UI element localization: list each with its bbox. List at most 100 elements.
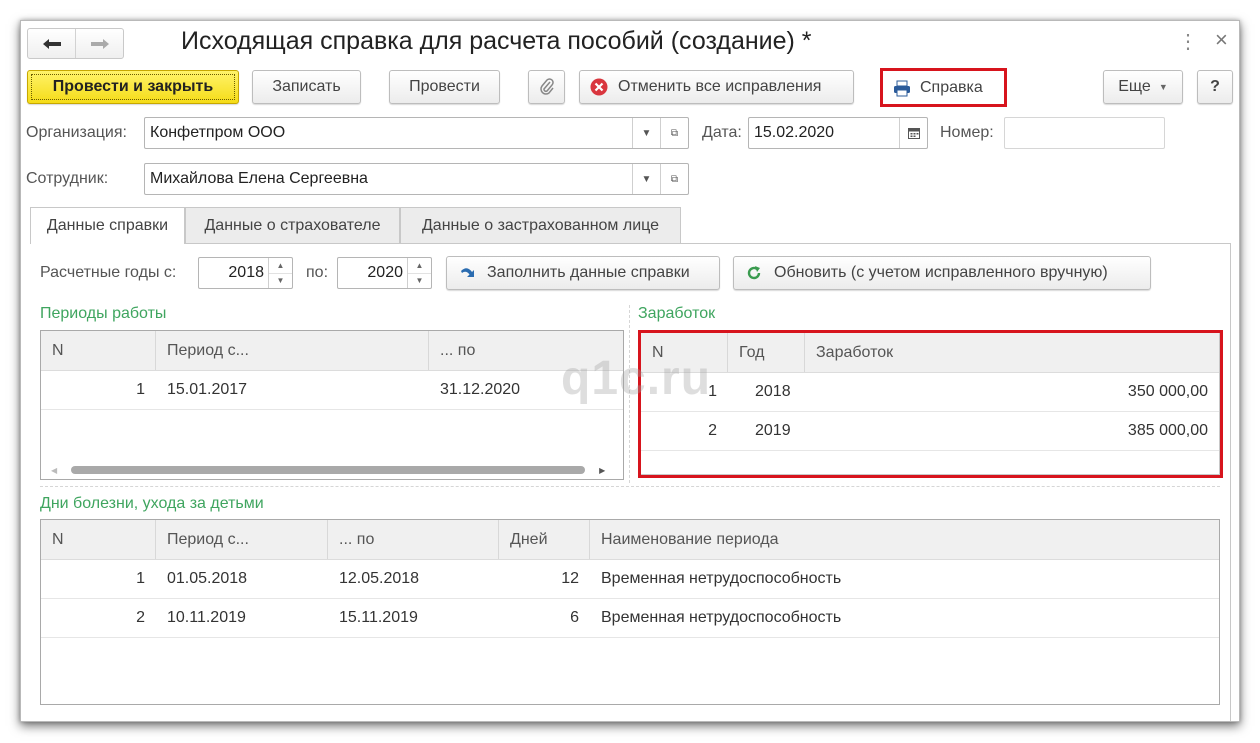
scroll-right-icon[interactable]: ▶ bbox=[599, 466, 605, 475]
calc-years-from-label: Расчетные годы с: bbox=[40, 264, 177, 281]
sick-days-table[interactable]: N Период с... ... по Дней Наименование п… bbox=[40, 519, 1220, 705]
decrement-icon[interactable]: ▼ bbox=[269, 274, 292, 289]
watermark: q1c.ru bbox=[561, 352, 712, 405]
decrement-icon[interactable]: ▼ bbox=[408, 274, 431, 289]
column-header[interactable]: Дней bbox=[499, 520, 590, 559]
fill-certificate-label: Заполнить данные справки bbox=[487, 264, 690, 281]
chevron-down-icon[interactable]: ▼ bbox=[632, 118, 660, 148]
more-button[interactable]: Еще ▼ bbox=[1103, 70, 1183, 104]
cell-name: Временная нетрудоспособность bbox=[601, 570, 842, 587]
tab-label: Данные о застрахованном лице bbox=[421, 216, 660, 234]
nav-buttons bbox=[27, 28, 124, 59]
fill-certificate-button[interactable]: Заполнить данные справки bbox=[446, 256, 720, 290]
cancel-corrections-label: Отменить все исправления bbox=[618, 78, 822, 95]
tab-label: Данные справки bbox=[46, 217, 169, 234]
work-periods-table[interactable]: N Период с... ... по 1 15.01.2017 31.12.… bbox=[40, 330, 624, 480]
highlight-print-button bbox=[880, 68, 1007, 107]
column-header[interactable]: N bbox=[41, 331, 156, 370]
column-header[interactable]: Период с... bbox=[156, 331, 429, 370]
post-button[interactable]: Провести bbox=[389, 70, 500, 104]
date-value: 15.02.2020 bbox=[754, 124, 835, 141]
document-window: Исходящая справка для расчета пособий (с… bbox=[20, 20, 1240, 722]
table-row[interactable]: 2 10.11.2019 15.11.2019 6 Временная нетр… bbox=[41, 599, 1219, 638]
organization-value: Конфетпром ООО bbox=[150, 124, 286, 141]
increment-icon[interactable]: ▲ bbox=[269, 258, 292, 274]
post-and-close-button[interactable]: Провести и закрыть bbox=[27, 70, 239, 104]
refresh-button[interactable]: Обновить (с учетом исправленного вручную… bbox=[733, 256, 1151, 290]
tab-certificate-data[interactable]: Данные справки bbox=[30, 207, 185, 244]
cell-from: 15.01.2017 bbox=[167, 381, 248, 398]
work-periods-title: Периоды работы bbox=[40, 305, 167, 322]
fill-arrow-icon bbox=[461, 268, 474, 277]
table-header: N Период с... ... по Дней Наименование п… bbox=[41, 520, 1219, 560]
horizontal-scrollbar[interactable]: ◀ ▶ bbox=[41, 461, 623, 479]
post-and-close-label: Провести и закрыть bbox=[52, 78, 214, 95]
calendar-icon[interactable] bbox=[899, 118, 927, 148]
help-label: ? bbox=[1210, 78, 1220, 95]
refresh-icon bbox=[747, 266, 761, 280]
cell-name: Временная нетрудоспособность bbox=[601, 609, 842, 626]
scrollbar-thumb[interactable] bbox=[71, 466, 586, 474]
close-icon[interactable]: × bbox=[1215, 27, 1228, 53]
column-header[interactable]: N bbox=[41, 520, 156, 559]
highlight-earnings-table bbox=[638, 330, 1223, 478]
employee-label: Сотрудник: bbox=[26, 170, 109, 187]
calc-years-from-stepper[interactable]: 2018 ▲ ▼ bbox=[198, 257, 293, 289]
cancel-corrections-button[interactable]: Отменить все исправления bbox=[579, 70, 854, 104]
column-header[interactable]: Период с... bbox=[156, 520, 328, 559]
refresh-label: Обновить (с учетом исправленного вручную… bbox=[774, 264, 1108, 281]
increment-icon[interactable]: ▲ bbox=[408, 258, 431, 274]
cancel-circle-icon bbox=[590, 78, 608, 96]
cell-n: 1 bbox=[136, 381, 145, 398]
cell-days: 12 bbox=[561, 570, 579, 587]
tab-insured-person-data[interactable]: Данные о застрахованном лице bbox=[400, 207, 681, 243]
tab-label: Данные о страхователе bbox=[204, 216, 381, 234]
cell-from: 01.05.2018 bbox=[167, 570, 248, 587]
attach-button[interactable] bbox=[528, 70, 565, 104]
number-label: Номер: bbox=[940, 124, 994, 141]
calc-years-from-value: 2018 bbox=[228, 264, 264, 281]
tab-insurer-data[interactable]: Данные о страхователе bbox=[185, 207, 400, 243]
table-row[interactable]: 1 15.01.2017 31.12.2020 bbox=[41, 371, 623, 410]
arrow-left-icon bbox=[42, 38, 61, 49]
date-label: Дата: bbox=[702, 124, 742, 141]
more-label: Еще bbox=[1118, 78, 1151, 95]
organization-field[interactable]: Конфетпром ООО ▼ ⧉ bbox=[144, 117, 689, 149]
table-row[interactable]: 1 01.05.2018 12.05.2018 12 Временная нет… bbox=[41, 560, 1219, 599]
back-button[interactable] bbox=[28, 29, 76, 58]
arrow-right-icon bbox=[90, 38, 109, 49]
help-button[interactable]: ? bbox=[1197, 70, 1233, 104]
calc-years-to-value: 2020 bbox=[367, 264, 403, 281]
organization-label: Организация: bbox=[26, 124, 127, 141]
cell-to: 15.11.2019 bbox=[339, 609, 418, 626]
calc-years-to-stepper[interactable]: 2020 ▲ ▼ bbox=[337, 257, 432, 289]
sick-days-title: Дни болезни, ухода за детьми bbox=[40, 495, 264, 512]
save-button[interactable]: Записать bbox=[252, 70, 361, 104]
chevron-down-icon: ▼ bbox=[1158, 82, 1168, 92]
paperclip-icon bbox=[539, 78, 554, 95]
date-field[interactable]: 15.02.2020 bbox=[748, 117, 928, 149]
cell-n: 2 bbox=[136, 609, 145, 626]
scroll-left-icon[interactable]: ◀ bbox=[51, 466, 57, 475]
employee-field[interactable]: Михайлова Елена Сергеевна ▼ ⧉ bbox=[144, 163, 689, 195]
chevron-down-icon[interactable]: ▼ bbox=[632, 164, 660, 194]
more-vertical-icon[interactable]: ⋮ bbox=[1178, 29, 1198, 54]
forward-button[interactable] bbox=[76, 29, 123, 58]
table-header: N Период с... ... по bbox=[41, 331, 623, 371]
post-label: Провести bbox=[409, 78, 480, 95]
cell-days: 6 bbox=[570, 609, 579, 626]
cell-n: 1 bbox=[136, 570, 145, 587]
calc-years-to-label: по: bbox=[306, 264, 329, 281]
window-title: Исходящая справка для расчета пособий (с… bbox=[181, 27, 812, 55]
open-icon[interactable]: ⧉ bbox=[660, 164, 688, 194]
cell-from: 10.11.2019 bbox=[167, 609, 246, 626]
employee-value: Михайлова Елена Сергеевна bbox=[150, 170, 368, 187]
save-label: Записать bbox=[272, 78, 341, 95]
divider bbox=[40, 486, 1220, 487]
column-header[interactable]: ... по bbox=[328, 520, 499, 559]
column-header[interactable]: Наименование периода bbox=[590, 520, 1219, 559]
open-icon[interactable]: ⧉ bbox=[660, 118, 688, 148]
cell-to: 12.05.2018 bbox=[339, 570, 420, 587]
earnings-title: Заработок bbox=[638, 305, 716, 322]
number-field[interactable] bbox=[1004, 117, 1165, 149]
